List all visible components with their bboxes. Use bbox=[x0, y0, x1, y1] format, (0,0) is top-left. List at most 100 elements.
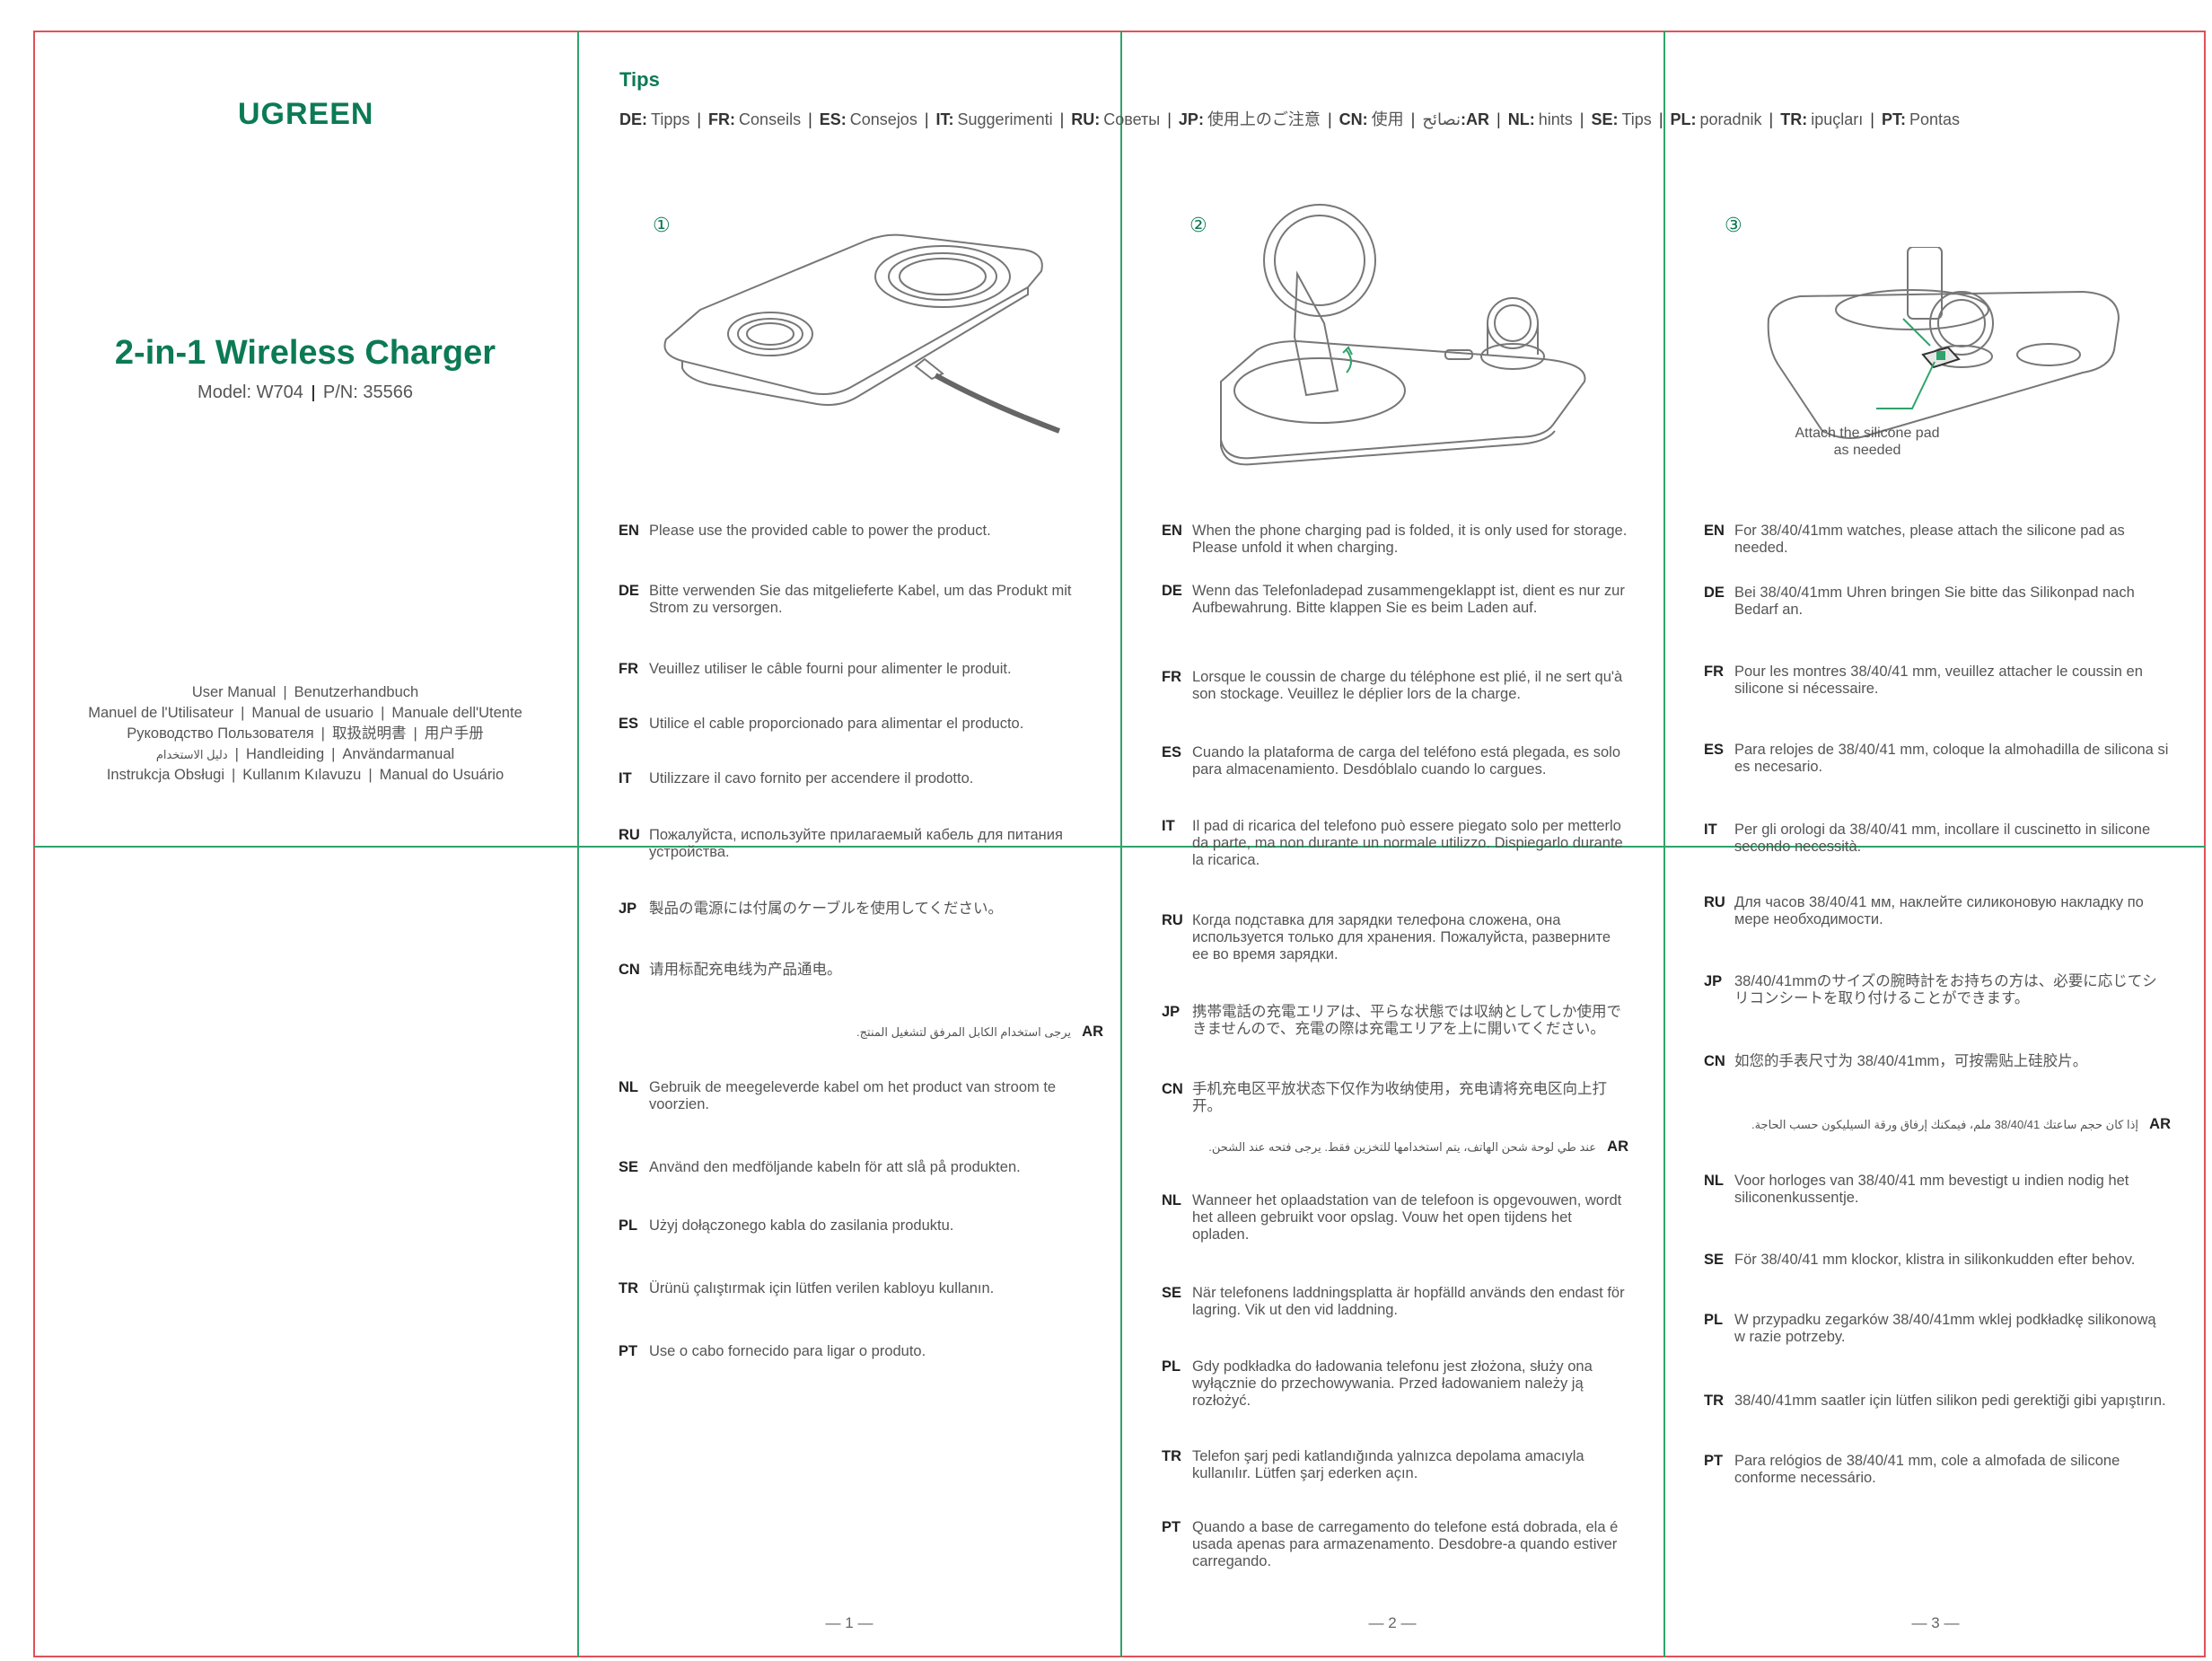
instruction-entry: PL Użyj dołączonego kabla do zasilania pr… bbox=[619, 1217, 1103, 1235]
manual-title: 取扱説明書 bbox=[331, 725, 407, 742]
language-code: IT bbox=[1162, 818, 1175, 834]
instruction-text: Lorsque le coussin de charge du téléphon… bbox=[1192, 669, 1623, 702]
tips-language-item: RU: Советы bbox=[1071, 110, 1160, 128]
manual-line: دليل الاستخدام | Handleiding | Användarmanua… bbox=[155, 746, 455, 762]
separator: | bbox=[1579, 110, 1584, 128]
language-code: NL bbox=[619, 1079, 638, 1095]
instruction-entry: ES Cuando la plataforma de carga del telé… bbox=[1162, 744, 1628, 778]
instruction-text: Для часов 38/40/41 мм, наклейте силиконо… bbox=[1734, 894, 2144, 927]
manual-title: Руководство Пользователя bbox=[127, 725, 314, 742]
language-code: ES: bbox=[819, 110, 847, 128]
separator bbox=[312, 384, 314, 401]
separator: | bbox=[1327, 110, 1332, 128]
manual-title: Manual do Usuário bbox=[379, 767, 505, 783]
tips-language-item: نصائح:AR bbox=[1422, 110, 1489, 128]
separator: | bbox=[697, 110, 702, 128]
language-code: FR bbox=[1162, 669, 1181, 685]
language-code: AR bbox=[1607, 1138, 1628, 1155]
language-code: JP: bbox=[1178, 110, 1204, 128]
panel-divider bbox=[577, 31, 579, 1657]
instruction-text: إذا كان حجم ساعتك 38/40/41 ملم، فيمكنك إ… bbox=[1751, 1118, 2138, 1131]
step-number: ② bbox=[1189, 214, 1207, 236]
language-word: Советы bbox=[1103, 110, 1161, 128]
instruction-entry: ES Utilice el cable proporcionado para al… bbox=[619, 716, 1103, 733]
language-word: Pontas bbox=[1909, 110, 1960, 128]
instruction-text: 手机充电区平放状态下仅作为收纳使用，充电请将充电区向上打开。 bbox=[1192, 1081, 1607, 1114]
note-line: Attach the silicone pad bbox=[1795, 426, 1940, 441]
language-code: PL bbox=[1162, 1358, 1181, 1375]
language-code: NL bbox=[1162, 1192, 1181, 1208]
page-number: — 3 — bbox=[1911, 1614, 1960, 1631]
instruction-text: يرجى استخدام الكابل المرفق لتشغيل المنتج… bbox=[856, 1025, 1071, 1039]
separator: | bbox=[1410, 110, 1416, 128]
language-code: EN bbox=[1162, 523, 1182, 539]
page-number: — 1 — bbox=[825, 1614, 873, 1631]
language-word: 使用 bbox=[1371, 110, 1404, 128]
language-code: IT bbox=[1704, 822, 1717, 838]
language-code: TR: bbox=[1780, 110, 1808, 128]
language-code: TR bbox=[1704, 1393, 1724, 1409]
instruction-text: Użyj dołączonego kabla do zasilania prod… bbox=[649, 1217, 954, 1234]
charger-cable-illustration bbox=[663, 233, 1061, 434]
language-code: SE bbox=[1704, 1252, 1725, 1268]
instruction-entry: DE Bei 38/40/41mm Uhren bringen Sie bitte… bbox=[1704, 584, 2171, 619]
instruction-text: When the phone charging pad is folded, i… bbox=[1192, 523, 1628, 556]
language-code: CN bbox=[619, 962, 640, 978]
model-number: Model: W704 bbox=[198, 382, 303, 402]
language-code: DE bbox=[1704, 584, 1725, 601]
manual-title: دليل الاستخدام bbox=[155, 748, 228, 761]
language-word: Tipps bbox=[651, 110, 690, 128]
manual-title: Instrukcja Obsługi bbox=[106, 767, 224, 783]
product-title: 2-in-1 Wireless Charger bbox=[114, 334, 496, 372]
language-code: FR: bbox=[708, 110, 736, 128]
instruction-text: Per gli orologi da 38/40/41 mm, incollar… bbox=[1734, 822, 2151, 855]
ugreen-logo: UGREEN bbox=[238, 97, 374, 131]
instruction-text: 製品の電源には付属のケーブルを使用してください。 bbox=[649, 901, 1004, 917]
manual-languages: User Manual | Benutzerhandbuch Manuel de l… bbox=[54, 682, 557, 786]
language-code: CN bbox=[1704, 1053, 1725, 1069]
instruction-text: Använd den medföljande kabeln för att sl… bbox=[649, 1159, 1021, 1175]
language-code: PL bbox=[619, 1217, 638, 1234]
manual-title: Användarmanual bbox=[342, 746, 455, 762]
manual-line: User Manual | Benutzerhandbuch bbox=[191, 684, 419, 700]
language-code: PL: bbox=[1670, 110, 1697, 128]
instruction-entry: PL W przypadku zegarków 38/40/41mm wklej … bbox=[1704, 1312, 2171, 1346]
language-code: AR bbox=[2149, 1116, 2171, 1132]
instruction-entry: JP 38/40/41mmのサイズの腕時計をお持ちの方は、必要に応じてシリコンシー… bbox=[1704, 973, 2171, 1007]
language-word: ipuçları bbox=[1811, 110, 1864, 128]
instruction-entry: NL Voor horloges van 38/40/41 mm bevestig… bbox=[1704, 1173, 2171, 1207]
instruction-entry: CN 如您的手表尺寸为 38/40/41mm，可按需贴上硅胶片。 bbox=[1704, 1053, 2171, 1070]
panel-divider bbox=[1663, 31, 1665, 1657]
separator: | bbox=[1658, 110, 1663, 128]
instruction-text: Utilice el cable proporcionado para alim… bbox=[649, 716, 1024, 732]
tips-language-item: DE: Tipps bbox=[619, 110, 689, 128]
step-number: ③ bbox=[1725, 214, 1742, 236]
instruction-entry: NL Wanneer het oplaadstation van de telef… bbox=[1162, 1192, 1628, 1244]
language-code: PL bbox=[1704, 1312, 1724, 1328]
language-code: CN: bbox=[1339, 110, 1368, 128]
manual-title: 用户手册 bbox=[424, 725, 484, 742]
language-word: 使用上のご注意 bbox=[1207, 110, 1321, 128]
instruction-text: Telefon şarj pedi katlandığında yalnızca… bbox=[1192, 1448, 1584, 1481]
instruction-entry: RU Когда подставка для зарядки телефона с… bbox=[1162, 912, 1628, 963]
instruction-entry: TR Telefon şarj pedi katlandığında yalnız… bbox=[1162, 1448, 1628, 1482]
separator: | bbox=[1059, 110, 1065, 128]
separator: | bbox=[1497, 110, 1501, 128]
instruction-entry: EN For 38/40/41mm watches, please attach … bbox=[1704, 523, 2171, 557]
language-code: SE: bbox=[1591, 110, 1619, 128]
tips-language-item: FR: Conseils bbox=[708, 110, 801, 128]
tips-language-item: SE: Tips bbox=[1591, 110, 1651, 128]
language-code: IT bbox=[619, 770, 632, 787]
instruction-text: Veuillez utiliser le câble fourni pour a… bbox=[649, 661, 1012, 677]
instruction-text: Para relógios de 38/40/41 mm, cole a alm… bbox=[1734, 1453, 2120, 1486]
instruction-entry: EN When the phone charging pad is folded,… bbox=[1162, 523, 1628, 557]
language-code: DE bbox=[619, 583, 639, 599]
manual-title: Benutzerhandbuch bbox=[294, 684, 419, 700]
language-code: :AR bbox=[1461, 110, 1490, 128]
instruction-text: Para relojes de 38/40/41 mm, coloque la … bbox=[1734, 742, 2169, 775]
separator: | bbox=[1870, 110, 1874, 128]
language-code: TR bbox=[619, 1280, 638, 1296]
language-code: RU bbox=[1704, 894, 1725, 910]
instruction-entry: DE Wenn das Telefonladepad zusammengeklap… bbox=[1162, 583, 1628, 617]
instruction-text: Bei 38/40/41mm Uhren bringen Sie bitte d… bbox=[1734, 584, 2135, 618]
